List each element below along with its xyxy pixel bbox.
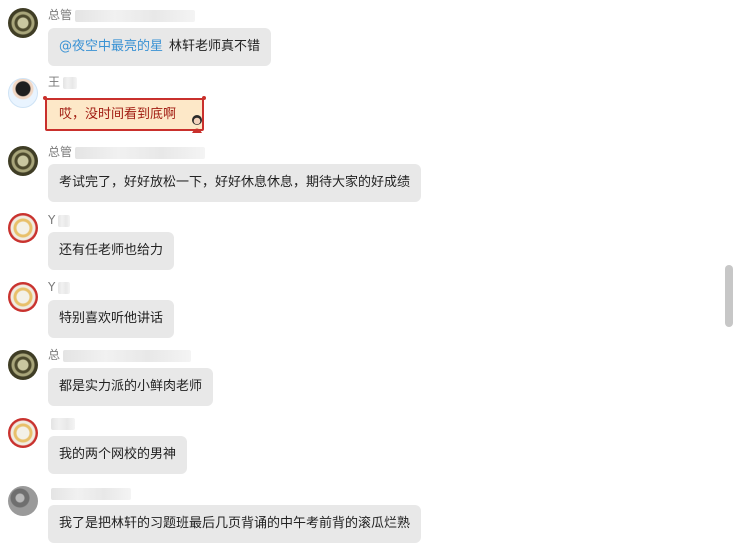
chat-message: 我的两个网校的男神 [0,408,720,476]
sender-name: 总管 [48,8,196,22]
message-text: 我的两个网校的男神 [59,447,177,462]
sender-name [48,486,131,500]
chat-message: 总 都是实力派的小鲜肉老师 [0,340,720,408]
sender-name: 总 [48,348,192,362]
chat-message: Y 还有任老师也给力 [0,208,720,274]
mention-link[interactable]: @夜空中最亮的星 [59,39,163,54]
message-text: 都是实力派的小鲜肉老师 [59,379,203,394]
message-bubble: 还有任老师也给力 [48,232,175,270]
sender-name [48,416,75,430]
message-text: 林轩老师真不错 [169,39,261,54]
message-bubble: 考试完了，好好放松一下，好好休息休息，期待大家的好成绩 [48,164,422,202]
sender-avatar[interactable] [8,8,38,38]
message-text: 特别喜欢听他讲话 [59,311,164,326]
sender-avatar[interactable] [8,418,38,448]
message-bubble: 都是实力派的小鲜肉老师 [48,368,214,406]
sender-avatar[interactable] [8,146,38,176]
cartoon-girl-icon [192,115,203,133]
sender-name: Y [48,213,71,227]
chat-message: 我了是把林轩的习题班最后几页背诵的中午考前背的滚瓜烂熟 [0,476,720,548]
message-text: 哎，没时间看到底啊 [59,107,177,122]
decorated-message-bubble: 哎，没时间看到底啊 [43,96,207,133]
sender-name: Y [48,280,71,294]
frame-corner-ornament [202,96,207,100]
sender-avatar[interactable] [8,350,38,380]
chat-message: 王 哎，没时间看到底啊 [0,70,720,142]
message-bubble: 我的两个网校的男神 [48,436,188,474]
scrollbar-thumb[interactable] [725,265,733,327]
chat-message: 总管 考试完了，好好放松一下，好好休息休息，期待大家的好成绩 [0,142,720,208]
message-text: 我了是把林轩的习题班最后几页背诵的中午考前背的滚瓜烂熟 [59,516,411,531]
sender-name: 王 [48,75,78,89]
sender-name: 总管 [48,145,206,159]
sender-avatar[interactable] [8,282,38,312]
sender-avatar[interactable] [8,78,38,108]
sender-avatar[interactable] [8,486,38,516]
message-bubble: 特别喜欢听他讲话 [48,300,175,338]
message-text: 考试完了，好好放松一下，好好休息休息，期待大家的好成绩 [59,175,411,190]
chat-message: Y 特别喜欢听他讲话 [0,274,720,340]
message-bubble: 我了是把林轩的习题班最后几页背诵的中午考前背的滚瓜烂熟 [48,505,422,543]
message-text: 还有任老师也给力 [59,243,164,258]
chat-message: 总管 @夜空中最亮的星 林轩老师真不错 [0,0,720,70]
sender-avatar[interactable] [8,213,38,243]
frame-corner-ornament [43,96,47,100]
chat-message-list[interactable]: 总管 @夜空中最亮的星 林轩老师真不错 王 哎，没时间看到底啊 总管 考试完了，好… [0,0,722,548]
message-bubble: @夜空中最亮的星 林轩老师真不错 [48,28,272,66]
